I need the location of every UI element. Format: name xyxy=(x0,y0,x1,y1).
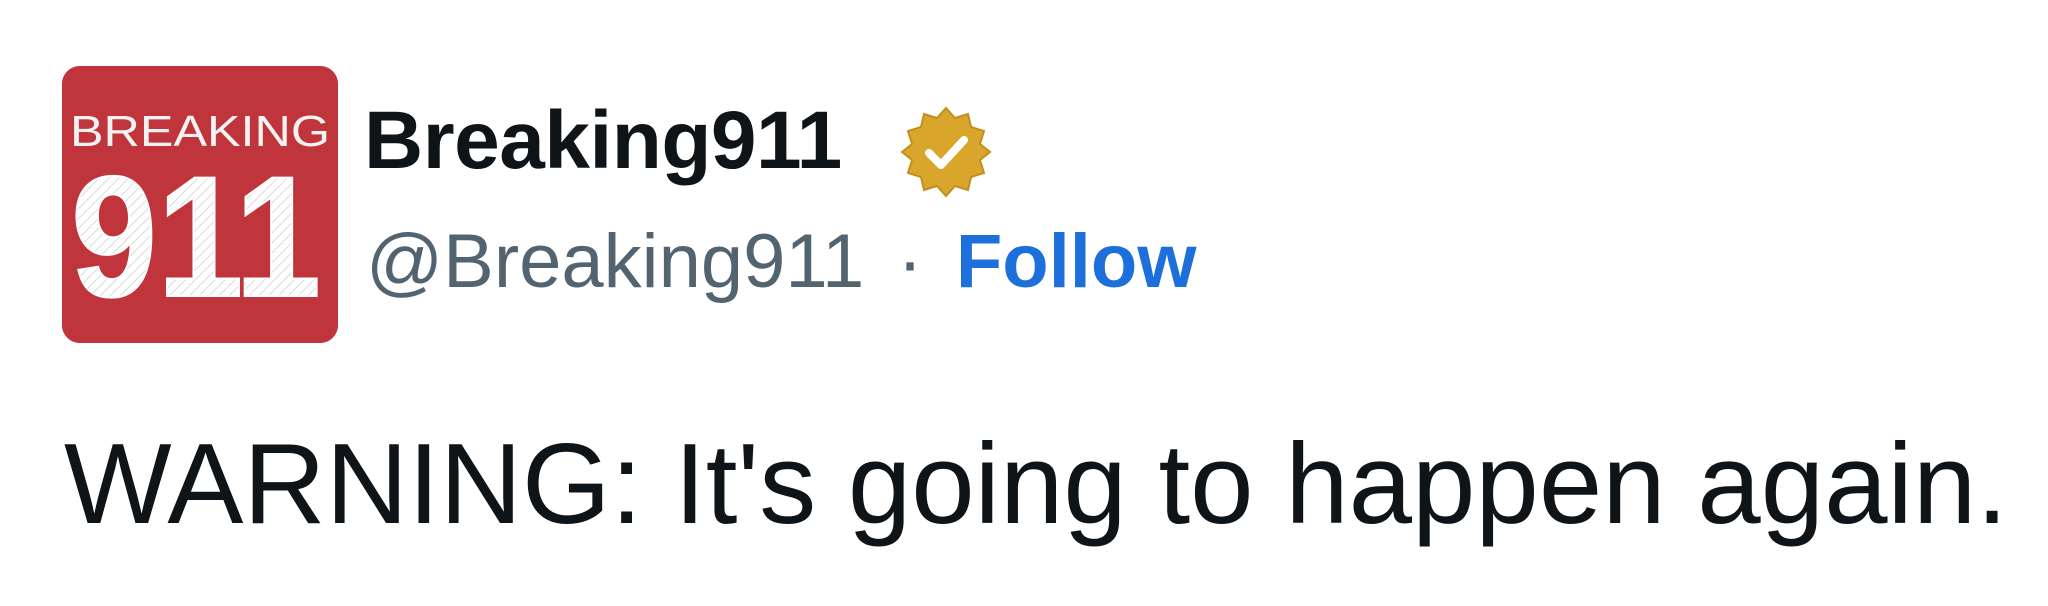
avatar[interactable]: BREAKING 911 xyxy=(62,66,338,343)
display-name[interactable]: Breaking911 xyxy=(364,100,842,182)
follow-button[interactable]: Follow xyxy=(956,219,1197,304)
avatar-label-main: 911 xyxy=(71,141,321,333)
breaking911-logo: BREAKING 911 xyxy=(62,66,338,343)
tweet-text: WARNING: It's going to happen again. xyxy=(64,421,2008,548)
handle[interactable]: @Breaking911 xyxy=(366,219,864,304)
tweet-card: BREAKING 911 Breaking911 @Breaking911 · … xyxy=(0,0,2048,606)
handle-row: @Breaking911 · Follow xyxy=(366,224,1196,300)
separator-dot: · xyxy=(897,219,923,304)
verified-badge-icon xyxy=(900,106,992,198)
